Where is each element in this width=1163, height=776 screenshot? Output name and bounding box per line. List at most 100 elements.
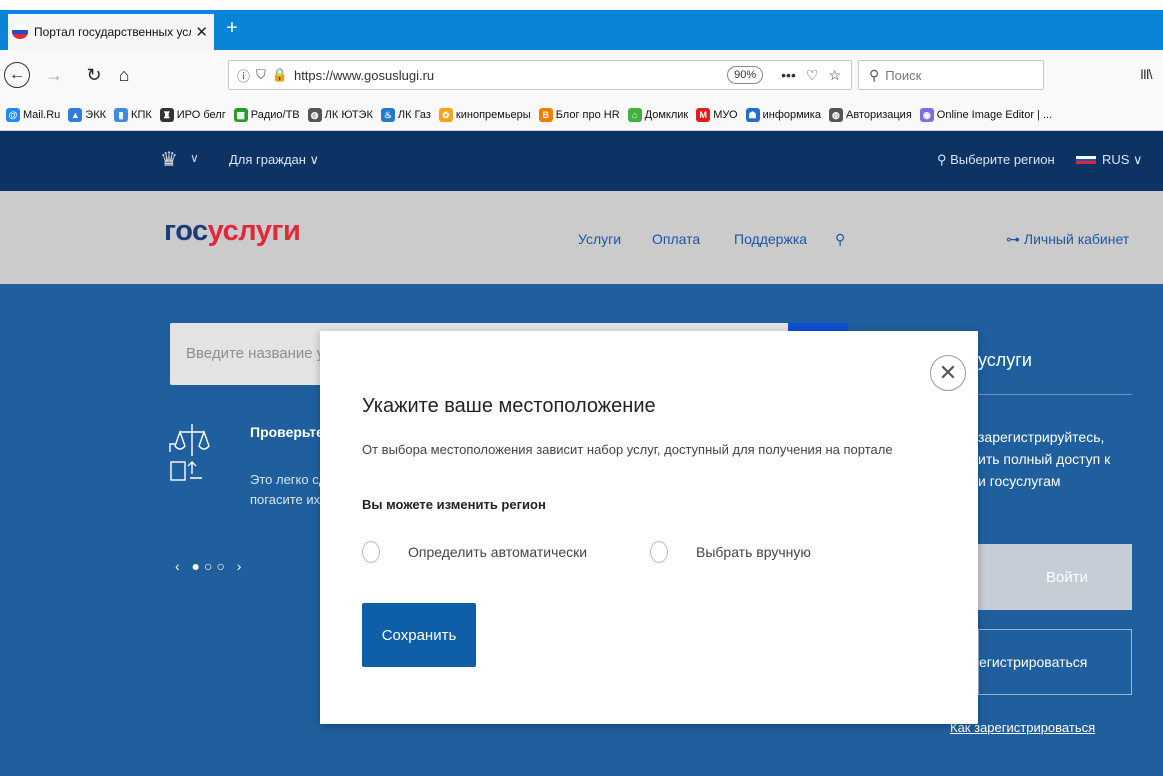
bookmark-favicon-icon: ▮ [114, 108, 129, 122]
bookmark-favicon-icon: ☗ [745, 108, 760, 122]
bookmark-label: кинопремьеры [455, 109, 531, 121]
check-debts-title[interactable]: Проверьте [250, 424, 324, 440]
bookmark-favicon-icon: ♜ [159, 108, 174, 122]
russia-flag-icon [12, 25, 28, 39]
service-search-button[interactable] [788, 323, 848, 331]
browser-navbar: ← → ↻ ⌂ ⓘ ⛉ 🔒 https://www.gosuslugi.ru 9… [0, 50, 1163, 100]
modal-title: Укажите ваше местоположение [362, 395, 656, 417]
right-panel-line: зарегистрируйтесь, [978, 429, 1105, 445]
bookmark-favicon-icon: ♨ [380, 108, 395, 122]
back-button[interactable]: ← [4, 62, 30, 88]
radio-circle[interactable] [362, 541, 380, 563]
bookmark-star-icon[interactable]: ☆ [828, 67, 841, 84]
bookmark-item[interactable]: ♨ ЛК Газ [380, 108, 431, 122]
bookmark-label: Радио/ТВ [250, 109, 300, 121]
save-button[interactable]: Сохранить [362, 603, 476, 667]
site-header: госуслуги Услуги Оплата Поддержка ⚲ ⊶ Ли… [0, 191, 1163, 284]
url-text[interactable]: https://www.gosuslugi.ru [294, 68, 727, 83]
bookmark-item[interactable]: ◉ Online Image Editor | ... [919, 108, 1053, 122]
personal-cabinet-link[interactable]: ⊶ Личный кабинет [1006, 231, 1129, 248]
bookmark-item[interactable]: ✿ кинопремьеры [438, 108, 531, 122]
nav-support[interactable]: Поддержка [734, 231, 807, 247]
bookmark-item[interactable]: ◍ Авторизация [828, 108, 912, 122]
radio-auto-label[interactable]: Определить автоматически [408, 544, 587, 560]
carousel-pager[interactable]: ‹ ●○○ › [175, 558, 245, 574]
russia-flag-icon [1076, 156, 1096, 165]
browser-search-input[interactable]: ⚲ Поиск [858, 60, 1044, 90]
zoom-level[interactable]: 90% [727, 66, 764, 84]
browser-tab[interactable]: Портал государственных услуг ✕ [8, 12, 214, 50]
forward-button[interactable]: → [45, 62, 63, 88]
coat-of-arms-icon[interactable]: ♛ [160, 149, 184, 171]
location-pin-icon: ⚲ [937, 152, 951, 167]
bookmark-label: КПК [131, 109, 152, 121]
right-panel-line: и госуслугам [978, 473, 1061, 489]
shield-icon[interactable]: ⛉ [256, 67, 266, 83]
modal-description: От выбора местоположения зависит набор у… [362, 442, 893, 457]
browser-tabbar: Портал государственных услуг ✕ + [0, 0, 1163, 50]
bookmark-label: Mail.Ru [23, 109, 61, 121]
check-text-line: Это легко сд [250, 472, 327, 487]
reload-button[interactable]: ↻ [84, 62, 104, 88]
search-placeholder: Поиск [885, 67, 922, 83]
bookmark-label: Домклик [644, 109, 689, 121]
nav-services[interactable]: Услуги [578, 231, 621, 247]
bookmark-label: ИРО белг [176, 109, 226, 121]
language-selector[interactable]: RUS ∨ [1076, 152, 1143, 168]
bookmark-label: Online Image Editor | ... [936, 109, 1053, 121]
bookmark-favicon-icon: ◍ [307, 108, 322, 122]
radio-manual[interactable]: Выбрать вручную [650, 541, 811, 563]
register-button[interactable]: егистрироваться [978, 629, 1132, 695]
info-icon[interactable]: ⓘ [237, 66, 250, 85]
bookmark-item[interactable]: ◍ ЛК ЮТЭК [307, 108, 373, 122]
bookmark-item[interactable]: ♜ ИРО белг [159, 108, 226, 122]
bookmark-item[interactable]: ☗ информика [745, 108, 821, 122]
radio-auto-detect[interactable]: Определить автоматически [362, 541, 587, 563]
tab-close-icon[interactable]: ✕ [195, 23, 208, 41]
key-icon: ⊶ [1006, 231, 1024, 247]
right-panel-divider [978, 394, 1132, 395]
modal-subtitle: Вы можете изменить регион [362, 497, 546, 512]
site-top-nav: ♛ ∨ Для граждан ∨ ⚲ Выберите регион RUS … [0, 131, 1163, 191]
citizens-menu[interactable]: Для граждан ∨ [229, 152, 319, 168]
address-bar[interactable]: ⓘ ⛉ 🔒 https://www.gosuslugi.ru 90% ••• ♡… [228, 60, 852, 90]
chevron-down-icon[interactable]: ∨ [190, 151, 199, 165]
bookmark-favicon-icon: M [696, 108, 711, 122]
radio-manual-label[interactable]: Выбрать вручную [696, 544, 811, 560]
bookmark-item[interactable]: M МУО [696, 108, 738, 122]
nav-payment[interactable]: Оплата [652, 231, 700, 247]
bookmark-item[interactable]: ▦ Радио/ТВ [233, 108, 300, 122]
bookmark-favicon-icon: ◍ [828, 108, 843, 122]
search-icon[interactable]: ⚲ [835, 231, 845, 248]
bookmark-favicon-icon: ▦ [233, 108, 248, 122]
close-icon[interactable]: ✕ [930, 355, 966, 391]
bookmark-favicon-icon: B [538, 108, 553, 122]
check-debts-text: Это легко сд погасите их [250, 470, 326, 510]
bookmark-item[interactable]: B Блог про HR [538, 108, 620, 122]
radio-circle[interactable] [650, 541, 668, 563]
bookmark-label: Авторизация [845, 109, 912, 121]
bookmark-item[interactable]: ▲ ЭКК [68, 108, 106, 122]
region-selector[interactable]: ⚲ Выберите регион [937, 152, 1055, 168]
service-search-placeholder: Введите название ус [186, 345, 332, 362]
bookmark-item[interactable]: @ Mail.Ru [6, 108, 60, 122]
bookmark-favicon-icon: ◉ [919, 108, 934, 122]
library-icon[interactable]: III\ [1140, 66, 1153, 82]
pocket-icon[interactable]: ♡ [806, 67, 819, 84]
lock-icon[interactable]: 🔒 [272, 67, 288, 83]
right-panel-text: зарегистрируйтесь, ить полный доступ к и… [978, 426, 1110, 492]
location-modal: ✕ Укажите ваше местоположение От выбора … [320, 331, 978, 724]
check-text-line: погасите их [250, 492, 321, 507]
new-tab-button[interactable]: + [222, 14, 242, 42]
bookmark-item[interactable]: ▮ КПК [114, 108, 152, 122]
home-button[interactable]: ⌂ [114, 62, 134, 88]
right-panel-title: услуги [978, 350, 1032, 370]
gosuslugi-logo[interactable]: госуслуги [164, 215, 301, 248]
bookmark-item[interactable]: ⌂ Домклик [627, 108, 689, 122]
bookmark-favicon-icon: ▲ [68, 108, 83, 122]
search-icon: ⚲ [869, 66, 880, 83]
region-label: Выберите регион [950, 152, 1055, 167]
bookmark-favicon-icon: @ [6, 108, 20, 122]
login-button[interactable]: Войти [978, 544, 1132, 610]
page-actions-icon[interactable]: ••• [781, 67, 796, 83]
